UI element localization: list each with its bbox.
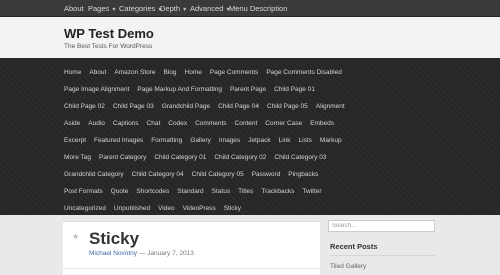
nav-link[interactable]: Child Page 01 bbox=[274, 86, 315, 93]
nav-link[interactable]: Password bbox=[252, 171, 281, 178]
divider bbox=[330, 255, 436, 256]
nav-row: Grandchild Category Child Category 04 Chil… bbox=[64, 166, 326, 178]
nav-link[interactable]: Audio bbox=[88, 120, 105, 127]
nav-link[interactable]: Chat bbox=[147, 120, 161, 127]
top-menu-label: Categories bbox=[119, 4, 156, 13]
top-menu-bar: About Pages ▼ Categories ▼ Depth ▼ Advanced… bbox=[0, 0, 500, 17]
nav-link[interactable]: Video bbox=[158, 205, 175, 212]
nav-link[interactable]: Child Page 04 bbox=[218, 103, 259, 110]
nav-link[interactable]: Page Comments Disabled bbox=[266, 69, 342, 76]
nav-link[interactable]: Home bbox=[185, 69, 202, 76]
nav-link[interactable]: Sticky bbox=[224, 205, 241, 212]
nav-link[interactable]: About bbox=[89, 69, 106, 76]
divider bbox=[63, 268, 320, 269]
nav-link[interactable]: Page Markup And Formatting bbox=[137, 86, 222, 93]
site-title[interactable]: WP Test Demo bbox=[64, 26, 154, 41]
nav-link[interactable]: Child Page 02 bbox=[64, 103, 105, 110]
post-date[interactable]: January 7, 2013 bbox=[147, 250, 194, 257]
nav-link[interactable]: Child Category 02 bbox=[214, 154, 266, 161]
nav-link[interactable]: Child Category 03 bbox=[274, 154, 326, 161]
recent-posts-title: Recent Posts bbox=[330, 242, 378, 251]
top-menu-label: Advanced bbox=[190, 4, 224, 13]
top-menu-item-pages[interactable]: Pages ▼ bbox=[88, 0, 117, 17]
nav-row: Excerpt Featured Images Formatting Gallery I… bbox=[64, 132, 350, 144]
nav-link[interactable]: Alignment bbox=[316, 103, 345, 110]
post-meta: Michael Novotny — January 7, 2013 bbox=[89, 250, 194, 257]
nav-link[interactable]: Standard bbox=[177, 188, 203, 195]
nav-link[interactable]: Twitter bbox=[302, 188, 321, 195]
nav-link[interactable]: Trackbacks bbox=[261, 188, 294, 195]
nav-link[interactable]: Amazon Store bbox=[114, 69, 155, 76]
nav-link[interactable]: Child Category 01 bbox=[154, 154, 206, 161]
nav-link[interactable]: Corner Case bbox=[265, 120, 302, 127]
post-author-link[interactable]: Michael Novotny bbox=[89, 250, 137, 257]
nav-row: Child Page 02 Child Page 03 Grandchild Pag… bbox=[64, 98, 353, 110]
top-menu-item-advanced[interactable]: Advanced ▼ bbox=[190, 0, 231, 17]
nav-row: More Tag Parent Category Child Category 01… bbox=[64, 149, 334, 161]
nav-row: Page Image Alignment Page Markup And Form… bbox=[64, 81, 323, 93]
nav-link[interactable]: Home bbox=[64, 69, 81, 76]
top-menu-label: Pages bbox=[88, 4, 110, 13]
nav-link[interactable]: Content bbox=[235, 120, 258, 127]
nav-link[interactable]: Blog bbox=[164, 69, 177, 76]
nav-link[interactable]: Pingbacks bbox=[288, 171, 318, 178]
nav-link[interactable]: Grandchild Page bbox=[162, 103, 210, 110]
nav-link[interactable]: Parent Page bbox=[230, 86, 266, 93]
nav-link[interactable]: Uncategorized bbox=[64, 205, 106, 212]
search-input[interactable] bbox=[328, 220, 435, 232]
top-menu-item-about[interactable]: About bbox=[64, 0, 84, 17]
nav-row: Post Formats Quote Shortcodes Standard Statu… bbox=[64, 183, 330, 195]
nav-link[interactable]: Post Formats bbox=[64, 188, 103, 195]
caret-down-icon: ▼ bbox=[182, 7, 188, 13]
nav-link[interactable]: Aside bbox=[64, 120, 80, 127]
nav-link[interactable]: Quote bbox=[111, 188, 129, 195]
nav-link[interactable]: Child Category 05 bbox=[192, 171, 244, 178]
nav-row: Home About Amazon Store Blog Home Page Commen… bbox=[64, 64, 350, 76]
nav-link[interactable]: Lists bbox=[299, 137, 312, 144]
nav-row: Aside Audio Captions Chat Codex Comments Conte… bbox=[64, 115, 342, 127]
nav-link[interactable]: Captions bbox=[113, 120, 139, 127]
top-menu-item-menu-description[interactable]: Menu Description bbox=[229, 0, 287, 17]
nav-link[interactable]: Titles bbox=[238, 188, 253, 195]
nav-link[interactable]: Page Image Alignment bbox=[64, 86, 129, 93]
nav-link[interactable]: Images bbox=[219, 137, 240, 144]
primary-navigation: Home About Amazon Store Blog Home Page Commen… bbox=[0, 58, 500, 215]
nav-link[interactable]: Embeds bbox=[310, 120, 334, 127]
nav-row: Uncategorized Unpublished Video VideoPress S… bbox=[64, 200, 249, 212]
recent-post-link[interactable]: Tiled Gallery bbox=[330, 263, 366, 270]
nav-link[interactable]: Unpublished bbox=[114, 205, 150, 212]
nav-link[interactable]: Child Category 04 bbox=[132, 171, 184, 178]
top-menu-item-categories[interactable]: Categories ▼ bbox=[119, 0, 163, 17]
top-menu-label: Depth bbox=[160, 4, 181, 13]
nav-link[interactable]: Markup bbox=[320, 137, 342, 144]
nav-link[interactable]: Parent Category bbox=[99, 154, 146, 161]
nav-link[interactable]: Codex bbox=[168, 120, 187, 127]
nav-link[interactable]: Status bbox=[212, 188, 230, 195]
top-menu-label: About bbox=[64, 4, 84, 13]
nav-link[interactable]: Page Comments bbox=[210, 69, 258, 76]
nav-link[interactable]: Excerpt bbox=[64, 137, 86, 144]
top-menu-label: Menu Description bbox=[229, 4, 288, 13]
nav-link[interactable]: Formatting bbox=[151, 137, 182, 144]
nav-link[interactable]: Featured Images bbox=[94, 137, 143, 144]
nav-link[interactable]: VideoPress bbox=[183, 205, 216, 212]
top-menu-item-depth[interactable]: Depth ▼ bbox=[160, 0, 187, 17]
nav-link[interactable]: Child Page 03 bbox=[113, 103, 154, 110]
nav-link[interactable]: Grandchild Category bbox=[64, 171, 124, 178]
meta-separator: — bbox=[138, 250, 146, 257]
nav-link[interactable]: Gallery bbox=[190, 137, 211, 144]
nav-link[interactable]: Jetpack bbox=[248, 137, 270, 144]
nav-link[interactable]: Shortcodes bbox=[136, 188, 169, 195]
nav-link[interactable]: Comments bbox=[195, 120, 226, 127]
nav-link[interactable]: More Tag bbox=[64, 154, 91, 161]
nav-link[interactable]: Link bbox=[279, 137, 291, 144]
nav-link[interactable]: Child Page 05 bbox=[267, 103, 308, 110]
post-title[interactable]: Sticky bbox=[89, 229, 139, 249]
star-icon: ★ bbox=[72, 232, 80, 241]
caret-down-icon: ▼ bbox=[111, 7, 117, 13]
site-description: The Best Tests For WordPress bbox=[64, 43, 153, 50]
